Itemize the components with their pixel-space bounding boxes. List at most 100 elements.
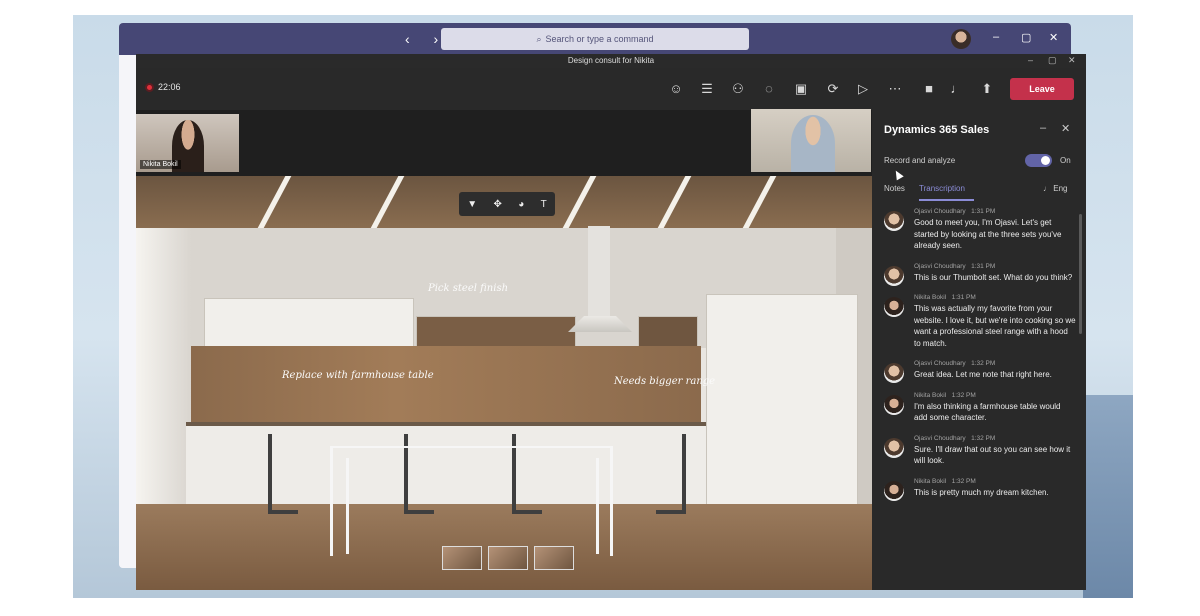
active-tab-indicator — [919, 199, 974, 201]
reactions-icon[interactable]: ☺ — [667, 80, 685, 98]
camera-icon[interactable]: ■ — [920, 80, 938, 98]
meeting-timer: 22:06 — [145, 82, 181, 92]
speaker-avatar — [884, 394, 904, 415]
transcript-item: Nikita Bokil 1:31 PM This was actually my… — [882, 294, 1076, 349]
transcript-meta: Nikita Bokil 1:31 PM — [914, 294, 1076, 301]
annotation-range: Needs bigger range — [614, 376, 716, 387]
chair — [268, 434, 298, 514]
teams-app-bar — [119, 55, 137, 568]
filter-icon[interactable]: ▼ — [467, 199, 477, 210]
speaker-avatar — [884, 297, 904, 317]
speaker-name: Ojasvi Choudhary — [914, 262, 966, 270]
transcript-time: 1:32 PM — [971, 360, 996, 367]
slide-thumbnail[interactable] — [488, 546, 528, 570]
meeting-maximize-button[interactable]: ▢ — [1048, 55, 1057, 66]
meeting-toolbar: 22:06 ☺ ☰ ⚇ ◌ ▣ ⟳ ▷ ⋯ ■ ♩ ⬆ Leave — [136, 68, 1086, 110]
profile-avatar[interactable] — [951, 29, 971, 49]
desktop-background: ‹ › ⌕ Search or type a command – ▢ ✕ Des… — [73, 15, 1133, 598]
participant-video-ojasvi[interactable] — [751, 109, 871, 172]
pen-color-icon[interactable]: ◕ — [518, 199, 524, 210]
speaker-name: Ojasvi Choudhary — [914, 434, 966, 442]
text-tool-icon[interactable]: T — [541, 199, 547, 210]
transcript-item: Nikita Bokil 1:32 PM I'm also thinking a … — [882, 392, 1076, 424]
speaker-avatar — [884, 363, 904, 383]
transcript-meta: Nikita Bokil 1:32 PM — [914, 392, 1076, 399]
panel-close-icon[interactable]: ✕ — [1061, 122, 1070, 135]
transcript-list: Ojasvi Choudhary 1:31 PM Good to meet you… — [882, 208, 1076, 588]
tab-notes[interactable]: Notes — [884, 184, 905, 193]
ink-toolbar: ▼ ✥ ◕ T — [459, 192, 555, 216]
speaker-avatar — [884, 265, 904, 286]
whiteboard-icon[interactable]: ▣ — [792, 80, 810, 98]
share-tray-icon[interactable]: ▷ — [854, 80, 872, 98]
apps-icon[interactable]: ⟳ — [824, 80, 842, 98]
tall-pantry-cabinets — [706, 294, 858, 506]
minimize-button[interactable]: – — [993, 31, 999, 43]
language-label: Eng — [1053, 184, 1068, 193]
table-sketch-leg — [610, 446, 613, 556]
teams-title-bar: ‹ › ⌕ Search or type a command – ▢ ✕ — [119, 23, 1071, 55]
speaker-name: Nikita Bokil — [914, 477, 947, 485]
table-sketch-leg — [330, 446, 333, 556]
chat-icon[interactable]: ◌ — [760, 80, 778, 98]
more-icon[interactable]: ⋯ — [886, 80, 904, 98]
speaker-name: Nikita Bokil — [914, 391, 947, 399]
mouse-cursor-icon — [892, 168, 904, 181]
speaker-avatar — [884, 211, 904, 231]
record-toggle[interactable] — [1025, 154, 1052, 167]
speaker-name: Nikita Bokil — [914, 294, 947, 301]
speaker-avatar — [884, 480, 904, 501]
shared-content-kitchen[interactable]: Pick steel finish Replace with farmhouse… — [136, 176, 872, 590]
recording-icon — [145, 82, 154, 92]
timer-text: 22:06 — [158, 82, 181, 92]
table-sketch-leg — [346, 458, 349, 554]
chair — [656, 434, 686, 514]
share-screen-icon[interactable]: ⬆ — [978, 80, 996, 98]
speaker-name: Ojasvi Choudhary — [914, 208, 966, 215]
transcript-item: Ojasvi Choudhary 1:31 PM This is our Thum… — [882, 263, 1076, 286]
panel-title: Dynamics 365 Sales — [884, 124, 990, 136]
transcript-meta: Ojasvi Choudhary 1:32 PM — [914, 435, 1076, 442]
dynamics-sales-panel: Dynamics 365 Sales – ✕ Record and analyz… — [872, 110, 1086, 590]
table-sketch-leg — [596, 458, 599, 554]
mic-icon[interactable]: ♩ — [948, 80, 966, 98]
transcript-text: Great idea. Let me note that right here. — [914, 370, 1052, 379]
slide-thumbnail[interactable] — [442, 546, 482, 570]
tab-transcription[interactable]: Transcription — [919, 184, 965, 193]
annotation-table: Replace with farmhouse table — [282, 370, 434, 381]
transcript-time: 1:31 PM — [971, 262, 996, 270]
search-icon: ⌕ — [536, 33, 542, 44]
desktop-wallpaper-water — [1083, 395, 1133, 598]
range-hood — [588, 226, 610, 322]
meeting-close-button[interactable]: ✕ — [1068, 55, 1076, 66]
annotation-backsplash: Pick steel finish — [428, 283, 509, 294]
leave-button[interactable]: Leave — [1010, 78, 1074, 100]
participant-video-nikita[interactable]: Nikita Bokil — [136, 114, 239, 172]
speaker-avatar — [884, 437, 904, 458]
mic-small-icon: ♩ — [1043, 184, 1054, 193]
close-button[interactable]: ✕ — [1049, 31, 1058, 44]
search-input[interactable]: ⌕ Search or type a command — [441, 28, 749, 50]
transcript-item: Ojasvi Choudhary 1:32 PM Sure. I'll draw … — [882, 435, 1076, 467]
meeting-window-title: Design consult for Nikita — [136, 54, 1086, 68]
panel-minimize-icon[interactable]: – — [1040, 122, 1046, 134]
participant-figure — [791, 115, 835, 172]
transcript-scrollbar[interactable] — [1079, 214, 1082, 334]
people-icon[interactable]: ⚇ — [729, 80, 747, 98]
transcript-time: 1:32 PM — [951, 391, 976, 399]
slide-thumbnail[interactable] — [534, 546, 574, 570]
language-selector[interactable]: ♩ Eng — [1043, 184, 1067, 193]
search-placeholder: Search or type a command — [545, 34, 654, 44]
transcript-text: I'm also thinking a farmhouse table woul… — [914, 401, 1061, 423]
chat-list-icon[interactable]: ☰ — [698, 80, 716, 98]
meeting-window: Design consult for Nikita – ▢ ✕ 22:06 ☺ … — [136, 54, 1086, 590]
transcript-time: 1:32 PM — [951, 477, 976, 485]
move-icon[interactable]: ✥ — [493, 199, 501, 210]
meeting-minimize-button[interactable]: – — [1028, 55, 1033, 65]
transcript-meta: Ojasvi Choudhary 1:32 PM — [914, 360, 1076, 367]
transcript-meta: Ojasvi Choudhary 1:31 PM — [914, 263, 1076, 270]
transcript-text: This is pretty much my dream kitchen. — [914, 487, 1049, 497]
transcript-time: 1:32 PM — [971, 434, 996, 442]
transcript-text: This is our Thumbolt set. What do you th… — [914, 272, 1073, 282]
maximize-button[interactable]: ▢ — [1021, 31, 1031, 44]
